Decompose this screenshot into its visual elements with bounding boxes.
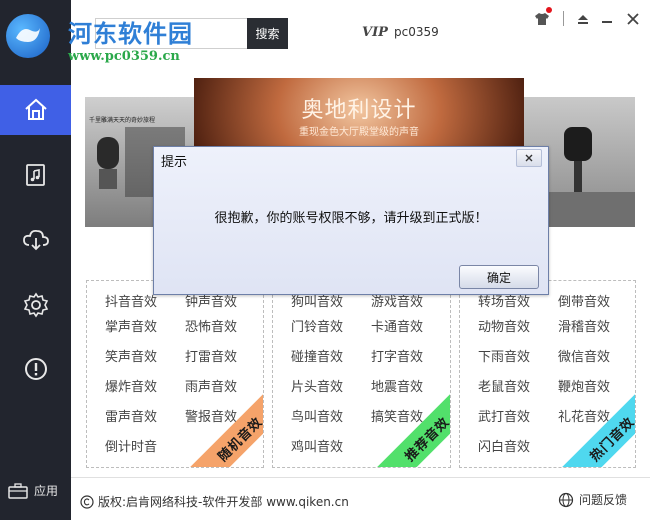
alert-icon: [24, 358, 47, 380]
eject-icon: [578, 15, 588, 24]
dialog-message: 很抱歉，你的账号权限不够，请升级到正式版！: [214, 211, 488, 226]
dialog-close-button[interactable]: [516, 149, 542, 167]
banner-left-caption: 千里雕满天天的奇妙旅程: [89, 117, 156, 124]
banner-subtitle: 重现金色大厅殿堂级的声音: [299, 127, 419, 138]
app-logo: [6, 14, 50, 58]
shirt-icon: [535, 13, 549, 25]
title-bar-divider: [563, 11, 564, 26]
sound-item[interactable]: 警报音效: [185, 406, 237, 425]
home-icon: [24, 98, 47, 120]
panel-recommended: 狗叫音效 游戏音效 门铃音效 卡通音效 碰撞音效 打字音效 片头音效 地震音效 …: [272, 280, 451, 468]
close-button[interactable]: [624, 10, 642, 28]
banner-title: 奥地利设计: [301, 98, 417, 123]
sound-item[interactable]: 恐怖音效: [185, 316, 237, 335]
cloud-download-icon: [22, 229, 49, 251]
sound-item[interactable]: 雨声音效: [185, 376, 237, 395]
sidebar: 应用: [0, 0, 71, 520]
sound-item[interactable]: 微信音效: [558, 346, 610, 365]
sound-item[interactable]: 抖音音效: [105, 291, 157, 310]
sound-item[interactable]: 卡通音效: [371, 316, 423, 335]
nav-cloud[interactable]: [0, 215, 71, 265]
sound-item[interactable]: 倒带音效: [558, 291, 610, 310]
gear-icon: [23, 292, 48, 318]
minimize-icon: [602, 21, 612, 23]
sound-item[interactable]: 搞笑音效: [371, 406, 423, 425]
sound-item[interactable]: 碰撞音效: [291, 346, 343, 365]
sound-item[interactable]: 笑声音效: [105, 346, 157, 365]
sound-item[interactable]: 门铃音效: [291, 316, 343, 335]
copyright: 版权:启肯网络科技-软件开发部 www.qiken.cn: [80, 493, 349, 510]
ribbon-random: 随机音效: [186, 385, 263, 467]
nav-music-files[interactable]: [0, 150, 71, 200]
minimize-button[interactable]: [598, 10, 616, 28]
sound-item[interactable]: 闪白音效: [478, 436, 530, 455]
ribbon-recommended: 推荐音效: [373, 385, 450, 467]
sound-item[interactable]: 动物音效: [478, 316, 530, 335]
sound-item[interactable]: 掌声音效: [105, 316, 157, 335]
apps-button[interactable]: 应用: [8, 482, 58, 499]
footer-divider: [71, 477, 650, 478]
dialog-title: 提示: [161, 155, 188, 170]
username[interactable]: pc0359: [394, 25, 439, 39]
ribbon-hot: 热门音效: [558, 385, 635, 467]
sound-item[interactable]: 鞭炮音效: [558, 376, 610, 395]
notification-dot: [546, 7, 552, 13]
sound-item[interactable]: 老鼠音效: [478, 376, 530, 395]
copyright-icon: [80, 494, 94, 509]
logo-icon: [16, 28, 40, 42]
panel-hot: 转场音效 倒带音效 动物音效 滑稽音效 下雨音效 微信音效 老鼠音效 鞭炮音效 …: [459, 280, 636, 468]
sound-item[interactable]: 地震音效: [371, 376, 423, 395]
watermark-title: 河东软件园: [68, 19, 193, 48]
vip-badge: VIP: [362, 25, 388, 40]
feedback-label: 问题反馈: [579, 493, 628, 507]
sound-item[interactable]: 打雷音效: [185, 346, 237, 365]
copyright-text: 版权:启肯网络科技-软件开发部 www.qiken.cn: [98, 495, 349, 509]
nav-settings[interactable]: [0, 280, 71, 330]
sound-item[interactable]: 鸟叫音效: [291, 406, 343, 425]
sound-item[interactable]: 下雨音效: [478, 346, 530, 365]
nav-about[interactable]: [0, 344, 71, 394]
close-icon: [525, 154, 533, 162]
sound-item[interactable]: 礼花音效: [558, 406, 610, 425]
sound-item[interactable]: 爆炸音效: [105, 376, 157, 395]
sound-item[interactable]: 打字音效: [371, 346, 423, 365]
nav-home[interactable]: [0, 85, 71, 135]
sound-item[interactable]: 武打音效: [478, 406, 530, 425]
sound-item[interactable]: 倒计时音: [105, 436, 157, 455]
globe-icon: [558, 492, 574, 507]
minimize-tray-button[interactable]: [574, 10, 592, 28]
briefcase-icon: [8, 482, 28, 499]
dialog-ok-button[interactable]: 确定: [459, 265, 539, 289]
watermark-url: www.pc0359.cn: [68, 49, 180, 64]
apps-label: 应用: [34, 484, 59, 498]
sound-item[interactable]: 滑稽音效: [558, 316, 610, 335]
sound-item[interactable]: 雷声音效: [105, 406, 157, 425]
panel-random: 抖音音效 钟声音效 掌声音效 恐怖音效 笑声音效 打雷音效 爆炸音效 雨声音效 …: [86, 280, 264, 468]
feedback-button[interactable]: 问题反馈: [558, 491, 627, 508]
sound-item[interactable]: 片头音效: [291, 376, 343, 395]
close-icon: [627, 13, 639, 25]
search-button[interactable]: 搜索: [247, 18, 288, 49]
sound-item[interactable]: 鸡叫音效: [291, 436, 343, 455]
music-file-icon: [25, 164, 45, 186]
alert-dialog: 提示 很抱歉，你的账号权限不够，请升级到正式版！ 确定: [153, 146, 549, 295]
